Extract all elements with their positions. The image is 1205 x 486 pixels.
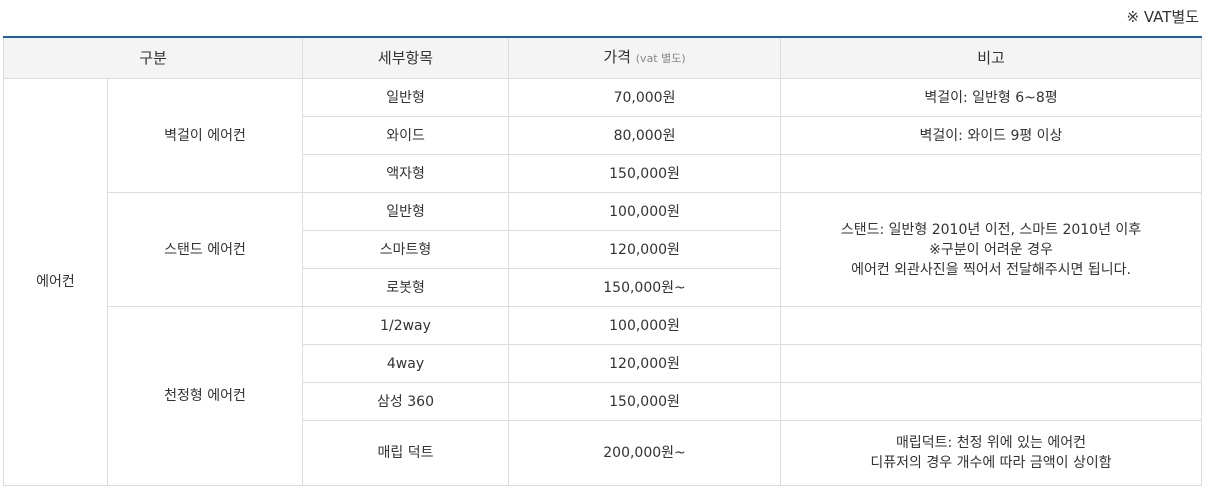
price-cell: 120,000원 — [508, 230, 782, 269]
header-price-sub: (vat 별도) — [635, 52, 686, 65]
price-cell: 80,000원 — [508, 116, 782, 155]
group-name-wall: 벽걸이 에어컨 — [106, 78, 304, 193]
price-cell: 120,000원 — [508, 344, 782, 383]
detail-cell: 로봇형 — [302, 268, 510, 307]
detail-cell: 스마트형 — [302, 230, 510, 269]
header-category: 구분 — [2, 36, 304, 79]
remark-cell — [780, 344, 1202, 383]
detail-cell: 4way — [302, 344, 510, 383]
remark-cell — [780, 154, 1202, 193]
remark-cell — [780, 382, 1202, 421]
price-table: 구분 세부항목 가격 (vat 별도) 비고 에어컨 벽걸이 에어컨 일반형 7… — [2, 36, 1202, 486]
detail-cell: 일반형 — [302, 78, 510, 117]
price-cell: 100,000원 — [508, 306, 782, 345]
table-row: 천정형 에어컨 1/2way 100,000원 — [4, 306, 1202, 486]
remark-cell: 벽걸이: 와이드 9평 이상 — [780, 116, 1202, 155]
table-header-row: 구분 세부항목 가격 (vat 별도) 비고 — [2, 36, 1202, 79]
remark-line: 스탠드: 일반형 2010년 이전, 스마트 2010년 이후 — [840, 221, 1142, 238]
remark-cell-stand: 스탠드: 일반형 2010년 이전, 스마트 2010년 이후 ※구분이 어려운… — [780, 192, 1202, 307]
detail-cell: 액자형 — [302, 154, 510, 193]
remark-line: 디퓨저의 경우 개수에 따라 금액이 상이함 — [870, 455, 1112, 471]
vat-note: ※ VAT별도 — [1126, 8, 1200, 26]
remark-cell: 벽걸이: 일반형 6~8평 — [780, 78, 1202, 117]
detail-cell: 1/2way — [302, 306, 510, 345]
detail-cell: 삼성 360 — [302, 382, 510, 421]
detail-cell: 매립 덕트 — [302, 420, 510, 486]
remark-line: 매립덕트: 천정 위에 있는 에어컨 — [896, 435, 1086, 451]
remark-line: ※구분이 어려운 경우 — [929, 241, 1053, 258]
header-detail: 세부항목 — [302, 36, 510, 79]
remark-line: 에어컨 외관사진을 찍어서 전달해주시면 됩니다. — [851, 261, 1131, 278]
category-main: 에어컨 — [3, 78, 108, 486]
price-cell: 70,000원 — [508, 78, 782, 117]
table-row: 스탠드 에어컨 일반형 100,000원 스탠드: 일반형 2010년 이전, … — [4, 192, 1202, 307]
price-cell: 150,000원 — [508, 154, 782, 193]
detail-cell: 와이드 — [302, 116, 510, 155]
remark-cell-duct: 매립덕트: 천정 위에 있는 에어컨 디퓨저의 경우 개수에 따라 금액이 상이… — [780, 420, 1202, 486]
header-price: 가격 (vat 별도) — [508, 36, 782, 79]
detail-cell: 일반형 — [302, 192, 510, 231]
group-name-ceiling: 천정형 에어컨 — [106, 306, 304, 486]
price-cell: 200,000원~ — [508, 420, 782, 486]
price-cell: 150,000원~ — [508, 268, 782, 307]
table-row: 에어컨 벽걸이 에어컨 일반형 70,000원 벽걸이: 일반형 6~8평 — [3, 78, 1202, 486]
price-cell: 150,000원 — [508, 382, 782, 421]
remark-cell — [780, 306, 1202, 345]
price-cell: 100,000원 — [508, 192, 782, 231]
header-price-label: 가격 — [603, 48, 631, 66]
group-name-stand: 스탠드 에어컨 — [106, 192, 304, 307]
header-remarks: 비고 — [780, 36, 1202, 79]
